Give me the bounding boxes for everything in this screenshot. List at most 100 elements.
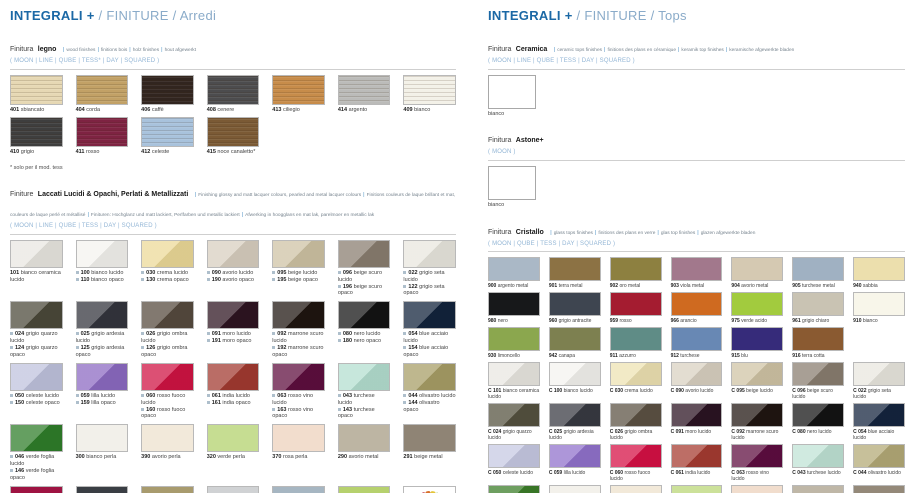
segment-separator: | <box>87 212 88 218</box>
swatch-label: C 044 olivastro lucido <box>853 470 905 476</box>
swatch-408: 408 cenere <box>207 75 260 114</box>
swatch-name: india lucido <box>685 470 710 476</box>
swatch-label: C 091 moro lucido <box>671 429 723 435</box>
color-chip <box>853 362 905 386</box>
segment-separator: | <box>129 47 130 53</box>
swatch-name: india lucido <box>222 393 250 399</box>
swatch-label: 390 avorio perla <box>141 454 194 461</box>
swatch-903: 903 viola metal <box>671 257 723 289</box>
swatch-code: 408 <box>207 107 218 113</box>
swatch-code: 961 <box>792 318 802 324</box>
segment-separator: | <box>161 47 162 53</box>
swatch-290: 290 avorio metal <box>338 424 391 482</box>
swatch-092: 092 marrone scuro lucido192 marrone scur… <box>272 301 325 359</box>
swatch-916: 916 terra cotta <box>792 327 844 359</box>
swatch-code: 026 <box>146 331 157 337</box>
models-list: ( MOON | LINE | QUBE | TESS | DAY | SQUA… <box>488 58 905 66</box>
swatch-c-060: C 060 rosso fuoco lucido <box>610 444 662 482</box>
swatch-name: turchese <box>680 353 699 359</box>
swatch-code: 025 <box>81 331 92 337</box>
swatch-059: 059 lilla lucido159 lilla opaco <box>76 363 129 421</box>
swatch-name: beige lucido <box>746 388 773 394</box>
swatch-label: 408 cenere <box>207 107 260 114</box>
wood-swatch-grid: 401 sbiancato404 corda406 caffè408 cener… <box>10 75 456 157</box>
swatch-name: oro metal <box>619 283 640 289</box>
swatch-label: 902 oro metal <box>610 283 662 289</box>
brand-name: INTEGRALI <box>10 8 83 23</box>
arredi-column: INTEGRALI + / FINITURE / Arredi Finitura… <box>10 8 456 493</box>
swatch-label: C 096 beige scuro lucido <box>792 388 844 400</box>
translation-segment: finitions des plans en verre <box>598 231 655 236</box>
color-chip <box>403 424 456 452</box>
swatch-code: 912 <box>671 353 681 359</box>
color-chip <box>76 75 129 105</box>
color-chip <box>549 403 601 427</box>
swatch-name: avorio lucido <box>685 388 713 394</box>
color-chip <box>610 362 662 386</box>
swatch-code: 904 <box>731 283 741 289</box>
swatch-name: bianco <box>488 111 504 117</box>
segment-separator: | <box>657 230 658 236</box>
color-chip <box>141 363 194 391</box>
color-chip <box>76 240 129 268</box>
swatch-060: 060 rosso fuoco lucido160 rosso fuoco op… <box>141 363 194 421</box>
color-chip <box>549 444 601 468</box>
finish-type-icon <box>403 394 406 397</box>
swatch-label: 910 bianco <box>853 318 905 324</box>
swatch-code: 410 <box>10 149 21 155</box>
ral-fan-icon <box>410 487 450 493</box>
swatch-904: 904 avorio metal <box>731 257 783 289</box>
color-chip <box>671 292 723 316</box>
color-chip <box>338 301 391 329</box>
swatch-code: C 061 <box>671 470 686 476</box>
swatch-101: 101 bianco ceramica lucido <box>10 240 63 298</box>
color-chip <box>76 117 129 147</box>
swatch-code: 406 <box>141 107 152 113</box>
section-header: Finitura Astone+ ( MOON ) <box>488 128 905 157</box>
catalog-page: INTEGRALI + / FINITURE / Arredi Finitura… <box>0 0 913 493</box>
swatch-code: 942 <box>549 353 559 359</box>
finish-type-icon <box>10 401 13 404</box>
swatch-code: 130 <box>146 277 157 283</box>
swatch-name: crema opaco <box>157 277 189 283</box>
translation-segment: keramische afgewerkte bladen <box>729 48 794 53</box>
swatch-label: 411 rosso <box>76 149 129 156</box>
color-chip <box>272 240 325 268</box>
swatch-label: 100 bianco lucido110 bianco opaco <box>76 270 129 284</box>
swatch-name: bianco <box>414 107 430 113</box>
swatch-370: 370 rosa perla <box>272 424 325 482</box>
swatch-091: 091 moro lucido191 moro opaco <box>207 301 260 359</box>
color-chip <box>488 444 540 468</box>
color-chip <box>76 363 129 391</box>
color-chip <box>731 362 783 386</box>
swatch-404: 404 corda <box>76 75 129 114</box>
segment-separator: | <box>604 47 605 53</box>
swatch-label: C 059 lilla lucido <box>549 470 601 476</box>
color-chip <box>792 327 844 351</box>
swatch-095: 095 beige lucido195 beige opaco <box>272 240 325 298</box>
swatch-code: 959 <box>610 318 620 324</box>
swatch-415: 415 noce canaletto* <box>207 117 260 156</box>
finish-type-icon <box>272 346 275 349</box>
swatch-c-091: C 091 moro lucido <box>671 403 723 441</box>
swatch-412: 412 celeste <box>141 117 194 156</box>
color-chip <box>610 327 662 351</box>
color-chip <box>207 486 260 493</box>
swatch-code: 290 <box>338 454 349 460</box>
models-list: ( MOON | QUBE | TESS | DAY | SQUARED ) <box>488 241 905 249</box>
footnote: * solo per il mod. tess <box>10 165 456 171</box>
swatch-code: 966 <box>671 318 681 324</box>
swatch-911: 911 azzurro <box>610 327 662 359</box>
swatch-code: 911 <box>610 353 619 359</box>
swatch-c-061: C 061 india lucido <box>671 444 723 482</box>
section-name: Cristallo <box>516 229 544 236</box>
swatch-name: corda <box>86 107 100 113</box>
finish-type-icon <box>272 278 275 281</box>
swatch-code: 291 <box>403 454 414 460</box>
color-chip <box>671 485 723 493</box>
swatch-c-063: C 063 rosso vino lucido <box>731 444 783 482</box>
swatch-061: 061 india lucido161 india opaco <box>207 363 260 421</box>
segment-separator: | <box>242 212 243 218</box>
swatch-030: 030 crema lucido130 crema opaco <box>141 240 194 298</box>
color-chip <box>549 257 601 281</box>
